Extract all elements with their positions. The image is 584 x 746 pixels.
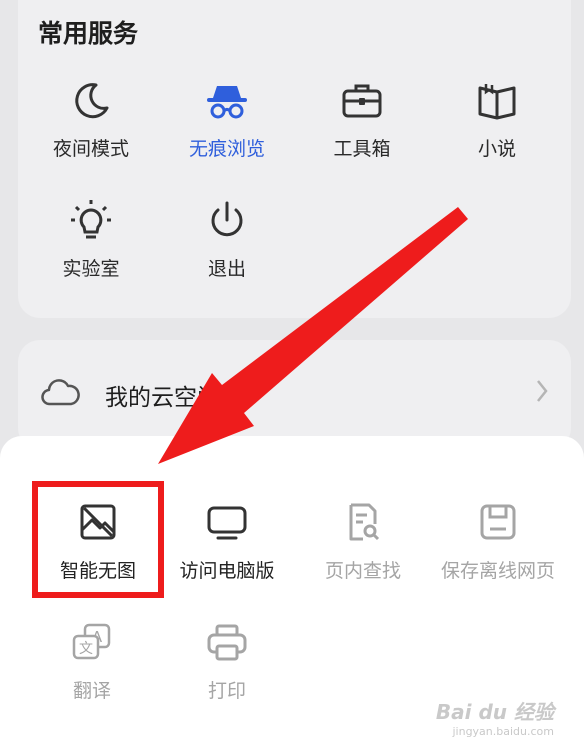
service-incognito[interactable]: 无痕浏览 (162, 78, 292, 161)
service-label: 夜间模式 (52, 138, 129, 160)
bulb-icon (71, 200, 111, 239)
service-toolbox[interactable]: 工具箱 (297, 78, 427, 161)
translate-icon: A 文 (72, 623, 111, 660)
cloud-icon (41, 379, 80, 406)
tool-label: 保存离线网页 (440, 560, 555, 582)
tool-label: 访问电脑版 (179, 560, 275, 582)
service-label: 工具箱 (333, 138, 391, 160)
incognito-icon (207, 86, 247, 119)
service-label: 小说 (477, 138, 516, 160)
tool-translate[interactable]: A 文 翻译 (22, 622, 162, 703)
chevron-right-icon (537, 380, 548, 402)
book-icon (478, 84, 516, 120)
tool-label: 页内查找 (324, 560, 401, 582)
print-icon (207, 624, 247, 661)
page-search-icon (349, 503, 380, 541)
tool-find-in-page[interactable]: 页内查找 (293, 502, 433, 583)
cloud-space-row[interactable]: 我的云空间 (18, 340, 571, 450)
service-label: 无痕浏览 (188, 138, 265, 160)
service-label: 实验室 (62, 258, 120, 280)
toolbox-icon (342, 84, 382, 118)
monitor-icon (207, 506, 247, 540)
tool-label: 打印 (207, 680, 246, 702)
watermark-brand: Bai du 经验 (435, 700, 554, 724)
watermark-url: jingyan.baidu.com (452, 725, 554, 738)
power-icon (211, 201, 243, 237)
service-lab[interactable]: 实验室 (26, 198, 156, 281)
watermark: Bai du 经验 jingyan.baidu.com (436, 696, 554, 738)
save-offline-icon (480, 504, 516, 540)
tool-desktop-version[interactable]: 访问电脑版 (157, 502, 297, 583)
tool-save-offline[interactable]: 保存离线网页 (428, 502, 568, 583)
tool-print[interactable]: 打印 (157, 622, 297, 703)
service-label: 退出 (207, 258, 246, 280)
service-novel[interactable]: 小说 (432, 78, 562, 161)
service-exit[interactable]: 退出 (162, 198, 292, 281)
section-title: 常用服务 (38, 19, 139, 48)
service-night-mode[interactable]: 夜间模式 (26, 78, 156, 161)
tool-label: 翻译 (72, 680, 111, 702)
cloud-space-label: 我的云空间 (105, 385, 220, 411)
svg-text:文: 文 (79, 641, 93, 657)
annotation-highlight-box (32, 481, 164, 598)
moon-icon (75, 83, 109, 119)
